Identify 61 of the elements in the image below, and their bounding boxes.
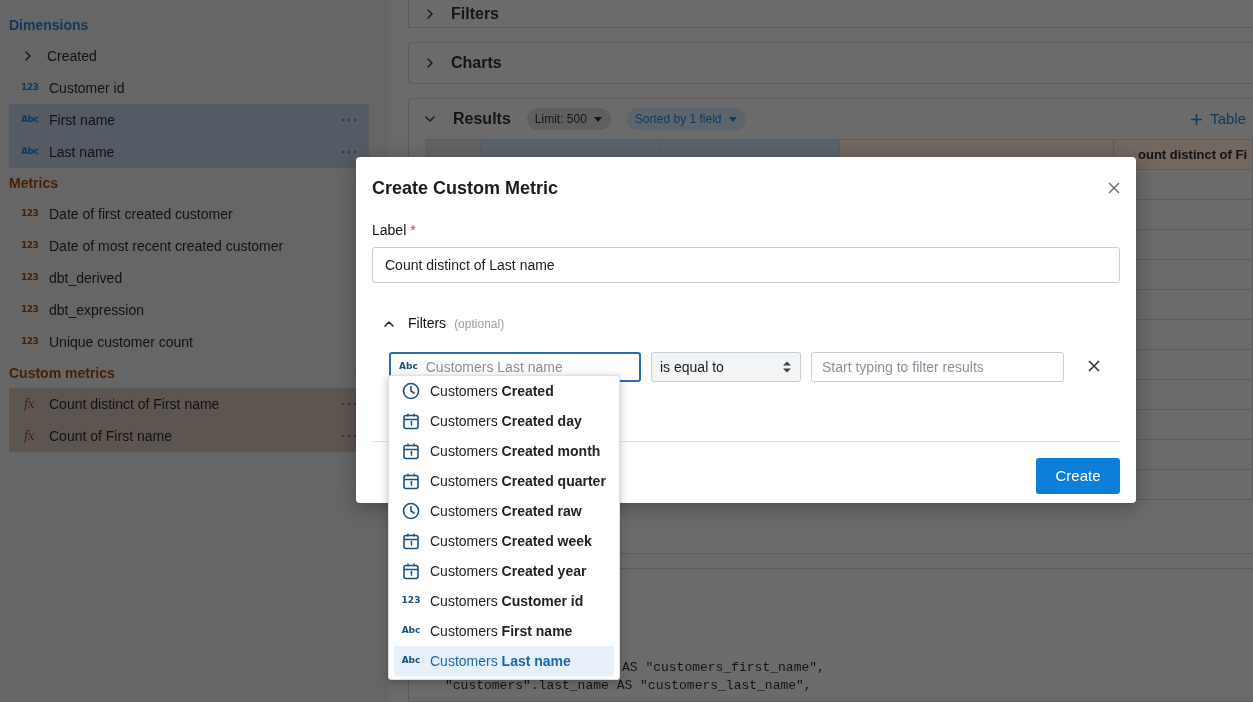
dropdown-option[interactable]: Abc Customers First name xyxy=(394,616,614,646)
sidebar-item[interactable]: Abc First name xyxy=(9,104,369,136)
section-title: Dimensions xyxy=(9,15,89,35)
sidebar-item[interactable]: Abc Last name xyxy=(9,136,369,168)
number-type-icon: 123 xyxy=(401,594,421,608)
number-type-icon: 123 xyxy=(21,303,37,317)
dropdown-option[interactable]: 123 Customers Customer id xyxy=(394,586,614,616)
add-table-calculation-button[interactable]: Table xyxy=(1190,106,1247,132)
dropdown-option[interactable]: Customers Created year xyxy=(394,556,614,586)
required-mark: * xyxy=(410,221,416,240)
section-title: Custom metrics xyxy=(9,363,115,383)
dropdown-option[interactable]: Customers Created month xyxy=(394,436,614,466)
text-type-icon: Abc xyxy=(401,624,421,638)
create-button[interactable]: Create xyxy=(1036,458,1120,494)
number-type-icon: 123 xyxy=(21,239,37,253)
operator-select[interactable]: is equal to xyxy=(651,352,801,382)
close-button[interactable] xyxy=(1108,181,1122,196)
clock-icon xyxy=(402,502,420,520)
column-header[interactable]: ount distinct of Fi xyxy=(1114,140,1253,170)
formula-icon: fx xyxy=(21,395,37,413)
calendar-icon xyxy=(402,442,420,460)
calendar-icon xyxy=(402,532,420,550)
calendar-icon xyxy=(402,472,420,490)
formula-icon: fx xyxy=(21,427,37,445)
value-input[interactable]: Start typing to filter results xyxy=(811,352,1064,382)
sort-dropdown[interactable]: Sorted by 1 field xyxy=(626,108,746,130)
sidebar-item[interactable]: Created xyxy=(9,40,369,72)
field-label: Label xyxy=(372,221,407,240)
dropdown-option[interactable]: Customers Created raw xyxy=(394,496,614,526)
code-line: "customers".last_name AS "customers_last_name", xyxy=(445,677,813,695)
dropdown-option[interactable]: Customers Created quarter xyxy=(394,466,614,496)
label-input[interactable]: Count distinct of Last name xyxy=(372,247,1120,283)
caret-icon xyxy=(727,115,738,123)
results-title: Results xyxy=(453,109,511,129)
section-title: Metrics xyxy=(9,173,59,193)
code-line: AS "customers_first_name", xyxy=(622,659,826,677)
optional-note: (optional) xyxy=(454,315,505,333)
text-type-icon: Abc xyxy=(21,113,37,127)
filters-heading: Filters xyxy=(408,314,447,333)
sort-arrows-icon xyxy=(782,360,792,374)
calendar-icon xyxy=(402,562,420,580)
dropdown-option[interactable]: Customers Created week xyxy=(394,526,614,556)
plus-icon xyxy=(1191,113,1203,125)
sidebar-item[interactable]: 123 Customer id xyxy=(9,72,369,104)
caret-icon xyxy=(592,115,603,123)
panel-header[interactable]: Filters xyxy=(408,0,1253,28)
modal-title: Create Custom Metric xyxy=(372,177,559,200)
text-type-icon: Abc xyxy=(21,145,37,159)
number-type-icon: 123 xyxy=(21,335,37,349)
number-type-icon: 123 xyxy=(21,271,37,285)
calendar-icon xyxy=(402,412,420,430)
dropdown-option[interactable]: Abc Customers Last name xyxy=(394,646,614,676)
limit-dropdown[interactable]: Limit: 500 xyxy=(526,108,611,130)
text-type-icon: Abc xyxy=(399,360,418,374)
dropdown-option[interactable]: Customers Created day xyxy=(394,406,614,436)
text-type-icon: Abc xyxy=(401,654,421,668)
clock-icon xyxy=(402,382,420,400)
panel-header[interactable]: Charts xyxy=(408,42,1253,84)
remove-filter-button[interactable] xyxy=(1088,360,1102,374)
number-type-icon: 123 xyxy=(21,81,37,95)
number-type-icon: 123 xyxy=(21,207,37,221)
